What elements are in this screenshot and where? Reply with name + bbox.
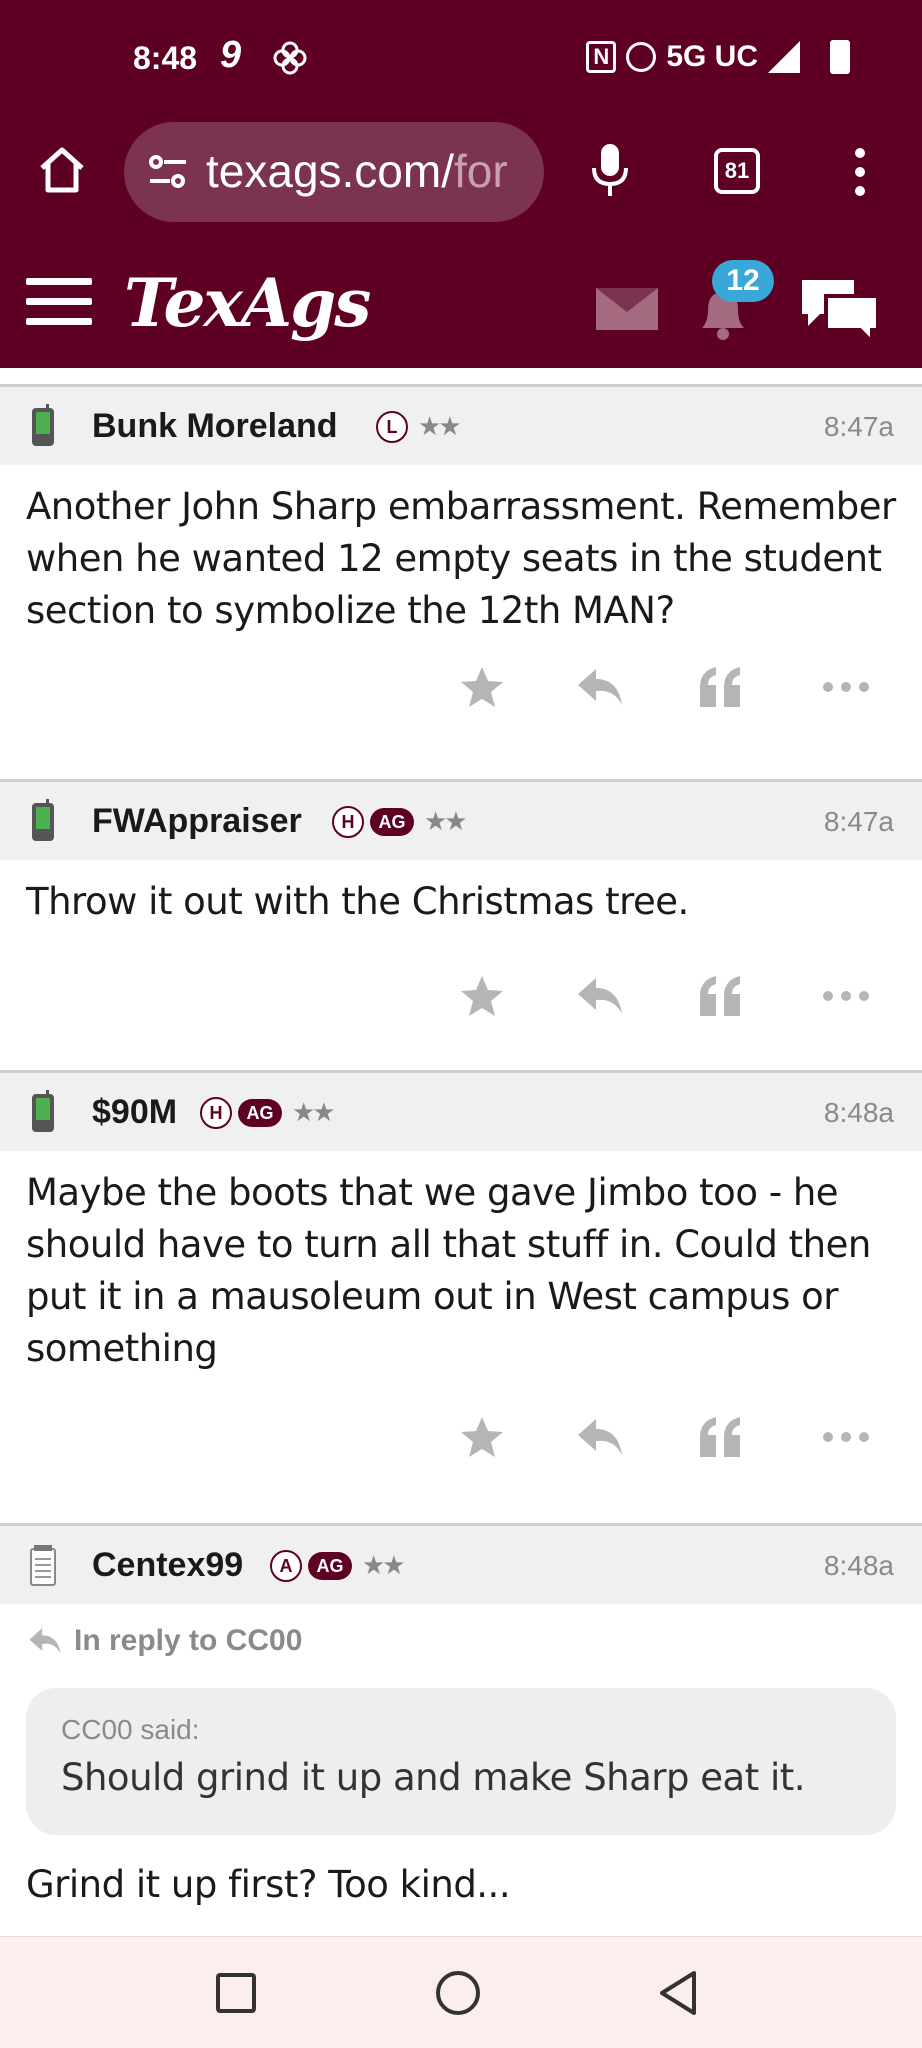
post-time: 8:48a (823, 1097, 894, 1128)
reply-icon[interactable] (576, 972, 624, 1020)
browser-toolbar: texags.com/for 81 (0, 120, 922, 224)
user-badge: L (376, 411, 408, 443)
user-stars: ★★ (424, 807, 468, 837)
user-badge: A (270, 1550, 302, 1582)
post: Bunk Moreland L ★★ 8:47a Another John Sh… (0, 384, 922, 737)
post-actions (0, 1375, 922, 1489)
ag-badge: AG (238, 1099, 282, 1127)
site-logo[interactable]: TexAgs (124, 264, 371, 342)
url-bar[interactable]: texags.com/for (124, 122, 544, 222)
post-body: Throw it out with the Christmas tree. (26, 880, 689, 923)
post-actions (0, 637, 922, 737)
reply-icon[interactable] (576, 1413, 624, 1461)
quote-text: Should grind it up and make Sharp eat it… (61, 1756, 806, 1799)
post-header: Centex99 A AG ★★ 8:48a (0, 1526, 922, 1604)
post-time: 8:47a (823, 411, 894, 442)
battery-icon (830, 40, 850, 74)
microphone-icon[interactable] (590, 142, 630, 198)
reply-to-label: In reply to CC00 (74, 1624, 303, 1657)
more-icon[interactable] (822, 972, 870, 1020)
reply-to-link[interactable]: In reply to CC00 (0, 1604, 922, 1658)
user-badges: H AG ★★ (332, 806, 468, 838)
post-header: FWAppraiser H AG ★★ 8:47a (0, 782, 922, 860)
app-header: 8:48 9 N 5G UC texags.com/for 81 TexAgs … (0, 0, 922, 368)
user-badge: H (200, 1097, 232, 1129)
back-button[interactable] (656, 1969, 700, 2017)
user-stars: ★★ (362, 1551, 406, 1581)
username[interactable]: $90M (92, 1093, 177, 1132)
signal-icon (768, 41, 800, 73)
alarm-icon (626, 42, 657, 72)
url-text[interactable]: texags.com/for (206, 144, 508, 198)
site-settings-icon[interactable] (148, 154, 188, 190)
notification-count-badge[interactable]: 12 (712, 260, 774, 302)
quote-icon[interactable] (696, 1413, 744, 1461)
more-icon[interactable] (822, 1413, 870, 1461)
more-options-icon[interactable] (846, 144, 874, 200)
user-badge: H (332, 806, 364, 838)
phone-icon (32, 799, 54, 841)
menu-icon[interactable] (26, 278, 92, 330)
username[interactable]: Centex99 (92, 1546, 243, 1585)
site-navbar: TexAgs 12 (0, 240, 922, 368)
user-badges: L ★★ (376, 411, 462, 443)
star-icon[interactable] (458, 1413, 506, 1461)
post-body: Maybe the boots that we gave Jimbo too -… (26, 1171, 871, 1370)
user-badges: A AG ★★ (270, 1550, 406, 1582)
post-time: 8:48a (823, 1550, 894, 1581)
ag-badge: AG (370, 808, 414, 836)
post-body: Another John Sharp embarrassment. Rememb… (26, 485, 896, 632)
phone-icon (32, 404, 54, 446)
ag-badge: AG (308, 1552, 352, 1580)
post-body: Grind it up first? Too kind... (26, 1863, 511, 1906)
mail-icon[interactable] (596, 288, 658, 330)
pinwheel-icon (273, 41, 307, 75)
user-badges: H AG ★★ (200, 1097, 336, 1129)
post-header: Bunk Moreland L ★★ 8:47a (0, 387, 922, 465)
thread-content: Bunk Moreland L ★★ 8:47a Another John Sh… (0, 368, 922, 1936)
home-icon[interactable] (36, 144, 88, 196)
tab-switcher-button[interactable]: 81 (714, 148, 760, 194)
nfc-icon: N (586, 41, 617, 73)
user-stars: ★★ (292, 1098, 336, 1128)
quote-author: CC00 said: (61, 1714, 200, 1745)
url-path: for (454, 145, 508, 197)
app-notification-icon: 9 (220, 34, 242, 76)
status-bar: 8:48 9 N 5G UC (0, 0, 922, 120)
system-nav-bar (0, 1936, 922, 2048)
more-icon[interactable] (822, 663, 870, 711)
reply-icon[interactable] (576, 663, 624, 711)
phone-icon (32, 1090, 54, 1132)
post: $90M H AG ★★ 8:48a Maybe the boots that … (0, 1070, 922, 1489)
status-icons: N 5G UC (586, 40, 850, 74)
reply-arrow-icon (29, 1628, 61, 1654)
post-time: 8:47a (823, 806, 894, 837)
username[interactable]: FWAppraiser (92, 802, 302, 841)
quote-icon[interactable] (696, 663, 744, 711)
post-actions (0, 928, 922, 1036)
star-icon[interactable] (458, 972, 506, 1020)
quote-icon[interactable] (696, 972, 744, 1020)
quote-block: CC00 said: Should grind it up and make S… (26, 1688, 896, 1835)
user-stars: ★★ (418, 412, 462, 442)
network-label: 5G UC (666, 40, 758, 73)
post: FWAppraiser H AG ★★ 8:47a Throw it out w… (0, 779, 922, 1036)
post: Centex99 A AG ★★ 8:48a In reply to CC00 … (0, 1523, 922, 1936)
recents-button[interactable] (216, 1973, 256, 2013)
url-domain: texags.com/ (206, 145, 454, 197)
post-actions (0, 1911, 922, 1936)
chat-icon[interactable] (798, 274, 882, 344)
status-time: 8:48 (133, 40, 198, 76)
star-icon[interactable] (458, 663, 506, 711)
notepad-icon (30, 1545, 56, 1586)
home-button[interactable] (436, 1971, 480, 2015)
post-header: $90M H AG ★★ 8:48a (0, 1073, 922, 1151)
username[interactable]: Bunk Moreland (92, 407, 338, 446)
